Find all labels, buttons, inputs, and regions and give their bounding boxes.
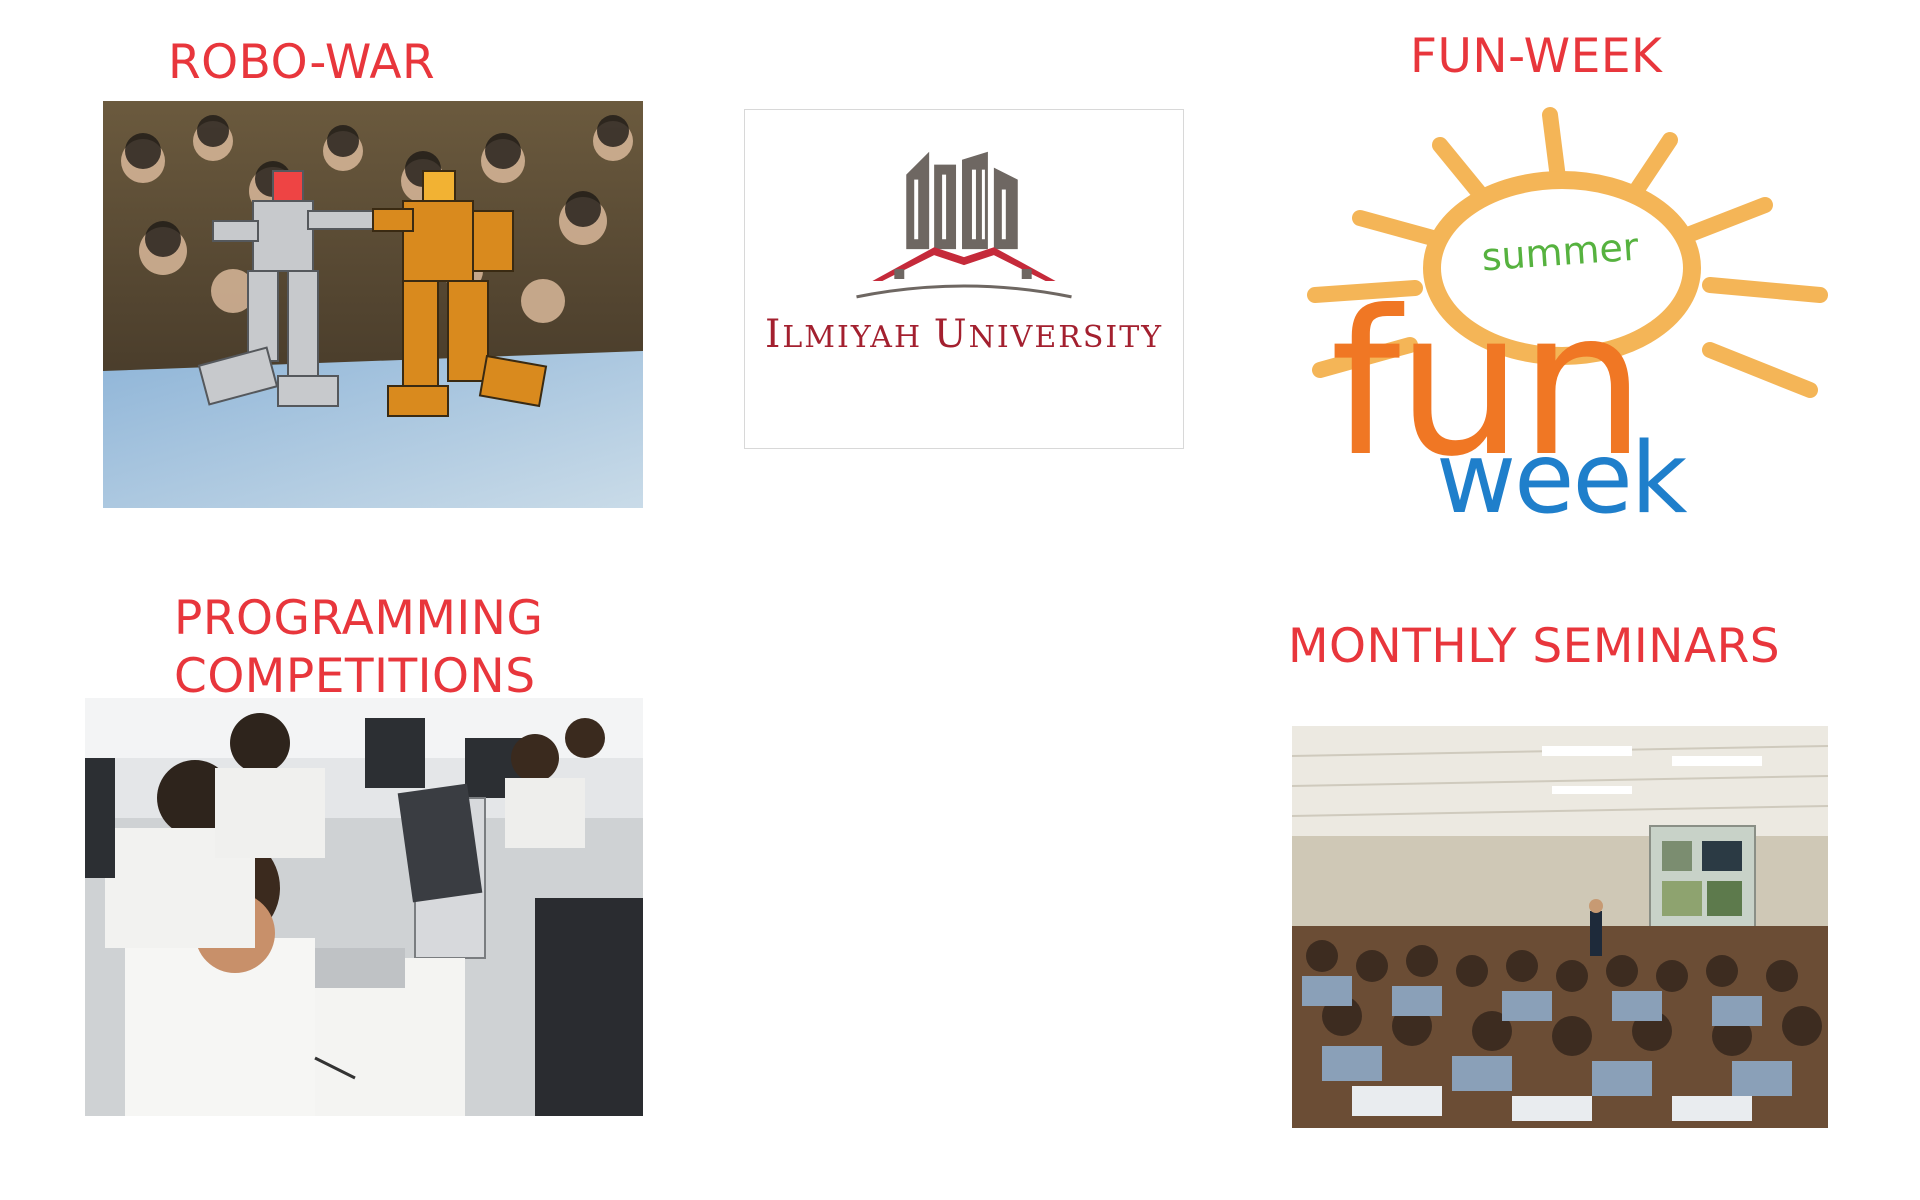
fun-week-heading: FUN-WEEK (1410, 29, 1663, 84)
fun-week-logo: summer fun week (1290, 100, 1850, 528)
page: ROBO-WAR ILMIYAH UNIVERSITY FUN-WEEK sum… (0, 0, 1920, 1200)
seminars-heading: MONTHLY SEMINARS (1288, 619, 1781, 674)
programming-heading: PROGRAMMING COMPETITIONS (174, 591, 544, 704)
university-logo: ILMIYAH UNIVERSITY (744, 109, 1184, 449)
programming-photo (85, 698, 643, 1116)
seminars-photo (1292, 726, 1828, 1128)
robo-war-heading: ROBO-WAR (168, 35, 436, 90)
university-name: ILMIYAH UNIVERSITY (764, 312, 1164, 357)
week-label: week (1436, 422, 1687, 536)
robo-war-photo (103, 101, 643, 508)
